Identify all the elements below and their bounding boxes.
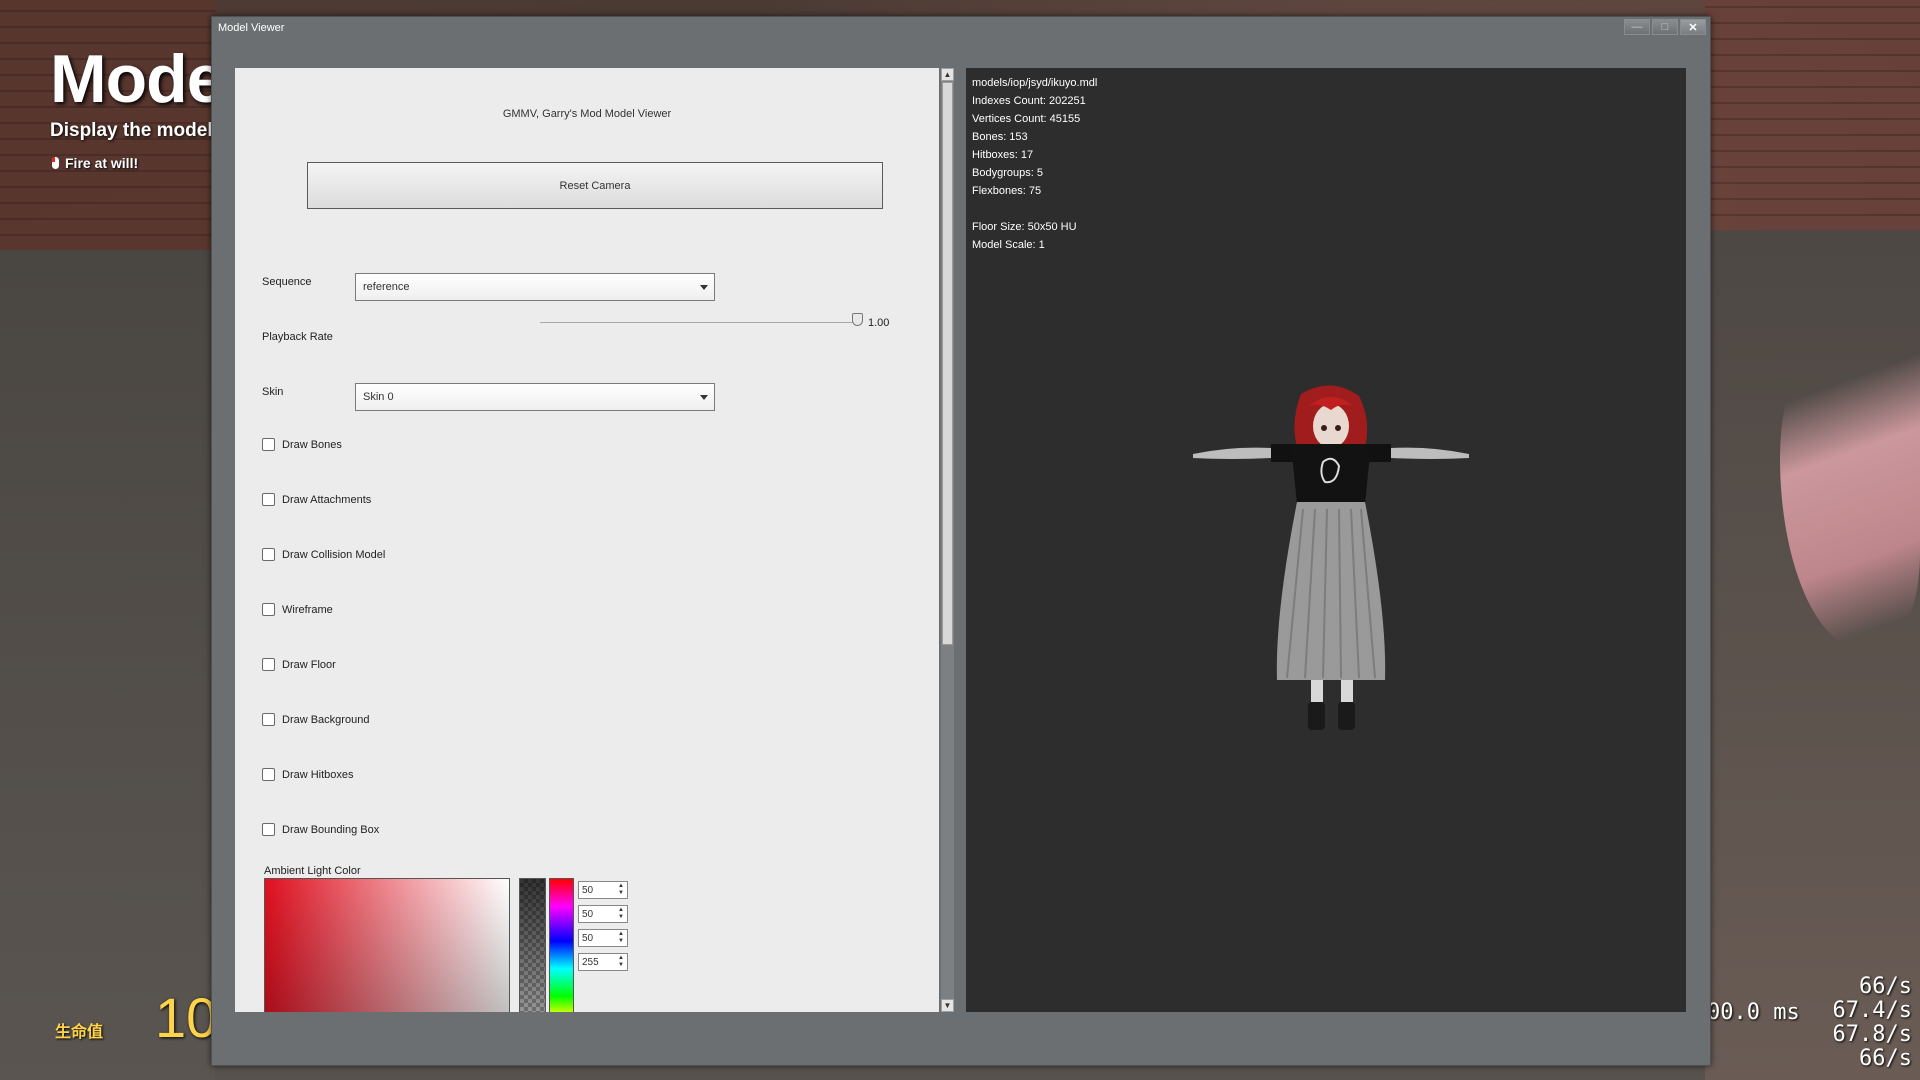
spinner-arrows-icon[interactable]: ▲ ▼ xyxy=(618,955,624,969)
spin-value: 50 xyxy=(582,909,594,920)
checkbox-box[interactable] xyxy=(262,713,275,726)
checkbox-draw-background[interactable]: Draw Background xyxy=(262,713,369,726)
panel-header: GMMV, Garry's Mod Model Viewer xyxy=(502,108,672,120)
checkbox-draw-bones[interactable]: Draw Bones xyxy=(262,438,342,451)
checkbox-label: Draw Bounding Box xyxy=(282,823,380,836)
playback-rate-slider[interactable] xyxy=(540,322,860,323)
color-blue-input[interactable]: 50 ▲ ▼ xyxy=(578,929,628,947)
checkbox-wireframe[interactable]: Wireframe xyxy=(262,603,333,616)
spin-value: 50 xyxy=(582,933,594,944)
mouse-icon xyxy=(52,157,59,169)
playback-rate-value: 1.00 xyxy=(868,317,890,329)
checkbox-box[interactable] xyxy=(262,548,275,561)
checkbox-draw-collision-model[interactable]: Draw Collision Model xyxy=(262,548,385,561)
checkbox-draw-hitboxes[interactable]: Draw Hitboxes xyxy=(262,768,354,781)
sequence-value: reference xyxy=(363,281,410,293)
reset-camera-button[interactable]: Reset Camera xyxy=(307,162,883,209)
info-indexes-count: Indexes Count: 202251 xyxy=(972,95,1086,107)
color-hue-bar[interactable] xyxy=(549,878,574,1012)
skin-label: Skin xyxy=(262,386,284,398)
maximize-button[interactable]: □ xyxy=(1652,19,1678,35)
skin-value: Skin 0 xyxy=(363,391,394,403)
character-model xyxy=(1193,385,1469,730)
color-red-input[interactable]: 50 ▲ ▼ xyxy=(578,881,628,899)
info-vertices-count: Vertices Count: 45155 xyxy=(972,113,1081,125)
minimize-button[interactable]: — xyxy=(1624,19,1650,35)
spin-value: 50 xyxy=(582,885,594,896)
checkbox-box[interactable] xyxy=(262,438,275,451)
scroll-thumb[interactable] xyxy=(942,82,953,645)
spinner-arrows-icon[interactable]: ▲ ▼ xyxy=(618,883,624,897)
net-stat-line: 67.4/s xyxy=(1832,998,1912,1023)
hud-title: Mode xyxy=(50,41,225,117)
sequence-label: Sequence xyxy=(262,276,312,288)
checkbox-box[interactable] xyxy=(262,658,275,671)
checkbox-label: Wireframe xyxy=(282,603,333,616)
scroll-down-icon[interactable]: ▼ xyxy=(941,999,954,1012)
checkbox-box[interactable] xyxy=(262,768,275,781)
color-alpha-bar[interactable] xyxy=(519,878,546,1012)
model-viewport[interactable]: models/iop/jsyd/ikuyo.mdl Indexes Count:… xyxy=(966,68,1686,1012)
checkbox-label: Draw Hitboxes xyxy=(282,768,354,781)
color-green-input[interactable]: 50 ▲ ▼ xyxy=(578,905,628,923)
info-flexbones: Flexbones: 75 xyxy=(972,185,1042,197)
playback-rate-label: Playback Rate xyxy=(262,331,333,343)
background-floor-left xyxy=(0,250,215,1080)
window-controls: — □ ✕ xyxy=(1624,19,1706,35)
checkbox-label: Draw Background xyxy=(282,713,370,726)
net-stat-line: 66/s xyxy=(1859,974,1912,999)
info-hitboxes: Hitboxes: 17 xyxy=(972,149,1034,161)
color-alpha-input[interactable]: 255 ▲ ▼ xyxy=(578,953,628,971)
checkbox-box[interactable] xyxy=(262,603,275,616)
background-wall-right xyxy=(1705,0,1920,230)
checkbox-draw-attachments[interactable]: Draw Attachments xyxy=(262,493,371,506)
checkbox-label: Draw Collision Model xyxy=(282,548,386,561)
health-label: 生命值 xyxy=(55,1024,104,1041)
info-model-scale: Model Scale: 1 xyxy=(972,239,1045,251)
checkbox-draw-floor[interactable]: Draw Floor xyxy=(262,658,336,671)
checkbox-label: Draw Floor xyxy=(282,658,336,671)
net-stat-line: 66/s xyxy=(1859,1046,1912,1071)
ambient-light-label: Ambient Light Color xyxy=(264,865,361,877)
spin-value: 255 xyxy=(582,957,599,968)
window-title: Model Viewer xyxy=(218,22,285,34)
chevron-down-icon xyxy=(700,395,708,400)
close-button[interactable]: ✕ xyxy=(1680,19,1706,35)
window-titlebar[interactable]: Model Viewer — □ ✕ xyxy=(212,17,1710,39)
chevron-down-icon xyxy=(700,285,708,290)
checkbox-box[interactable] xyxy=(262,493,275,506)
scroll-up-icon[interactable]: ▲ xyxy=(941,68,954,81)
info-floor-size: Floor Size: 50x50 HU xyxy=(972,221,1077,233)
settings-panel: GMMV, Garry's Mod Model Viewer Reset Cam… xyxy=(235,68,939,1012)
spinner-arrows-icon[interactable]: ▲ ▼ xyxy=(618,907,624,921)
net-stats: 66/s 67.4/s 67.8/s 66/s xyxy=(1833,975,1912,1071)
settings-scrollbar[interactable]: ▲ ▼ xyxy=(941,68,954,1012)
skin-select[interactable]: Skin 0 xyxy=(355,383,715,411)
info-bones: Bones: 153 xyxy=(972,131,1028,143)
hud-fire-hint: Fire at will! xyxy=(52,155,138,171)
checkbox-draw-bounding-box[interactable]: Draw Bounding Box xyxy=(262,823,379,836)
spinner-arrows-icon[interactable]: ▲ ▼ xyxy=(618,931,624,945)
color-saturation-picker[interactable] xyxy=(264,878,510,1012)
net-stat-line: 67.8/s xyxy=(1832,1022,1912,1047)
checkbox-box[interactable] xyxy=(262,823,275,836)
sequence-select[interactable]: reference xyxy=(355,273,715,301)
hud-subtitle: Display the model xyxy=(50,120,213,141)
model-viewer-window: Model Viewer — □ ✕ GMMV, Garry's Mod Mod… xyxy=(211,16,1711,1066)
info-model-path: models/iop/jsyd/ikuyo.mdl xyxy=(972,77,1098,89)
net-ms: 00.0 ms xyxy=(1707,1000,1800,1025)
checkbox-label: Draw Bones xyxy=(282,438,342,451)
playback-rate-knob[interactable] xyxy=(852,313,863,326)
checkbox-label: Draw Attachments xyxy=(282,493,372,506)
info-bodygroups: Bodygroups: 5 xyxy=(972,167,1043,179)
hud-fire-text: Fire at will! xyxy=(65,155,139,171)
health-value: 10 xyxy=(155,986,218,1049)
model-info: models/iop/jsyd/ikuyo.mdl Indexes Count:… xyxy=(972,74,1097,254)
